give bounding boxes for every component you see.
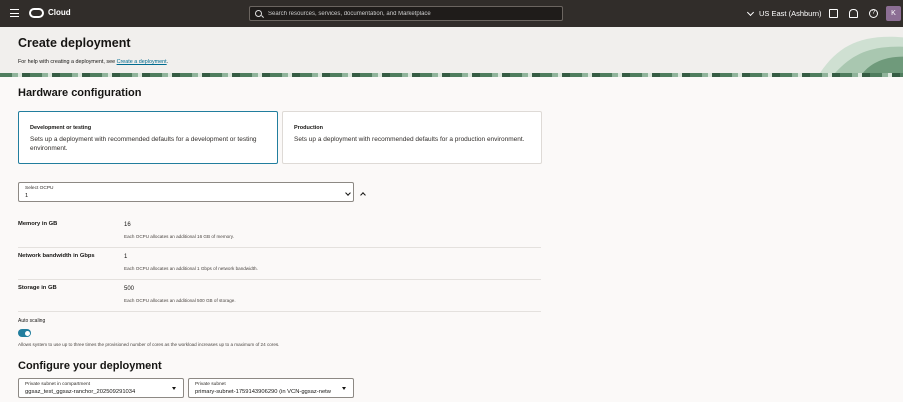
configure-deployment-title: Configure your deployment — [18, 360, 162, 372]
private-subnet-value: primary-subnet-1759143906290 (in VCN-ggs… — [195, 389, 331, 395]
cloud-logo-icon[interactable] — [29, 8, 44, 18]
ocpu-label: Select OCPU — [25, 186, 54, 191]
search-bar[interactable] — [249, 6, 563, 21]
caret-down-icon — [342, 387, 346, 390]
help-text-suffix: . — [166, 59, 169, 65]
caret-down-icon — [172, 387, 176, 390]
memory-row: Memory in GB 16 Each OCPU allocates an a… — [18, 216, 541, 248]
page-header: Create deployment For help with creating… — [0, 27, 903, 77]
increment-chevron-icon[interactable] — [360, 192, 366, 198]
development-or-testing-card[interactable]: Development or testing Sets up a deploym… — [18, 111, 278, 164]
private-subnet-compartment-label: Private subnet in compartment — [25, 382, 91, 387]
network-bandwidth-row: Network bandwidth in Gbps 1 Each OCPU al… — [18, 248, 541, 280]
decorative-strip — [0, 73, 903, 77]
private-subnet-select[interactable]: Private subnet primary-subnet-1759143906… — [188, 378, 354, 398]
private-subnet-compartment-select[interactable]: Private subnet in compartment ggsaz_test… — [18, 378, 184, 398]
toggle-knob — [24, 330, 30, 336]
private-subnet-compartment-value: ggsaz_test_ggsaz-ranchor_20250929103​4 — [25, 389, 136, 395]
auto-scaling-toggle[interactable] — [18, 329, 31, 337]
page-title: Create deployment — [18, 36, 131, 50]
hardware-configuration-title: Hardware configuration — [18, 87, 142, 99]
brand-name[interactable]: Cloud — [48, 8, 71, 17]
ocpu-value: 1 — [25, 193, 29, 199]
auto-scaling-note: Allows system to use up to three times t… — [18, 342, 280, 347]
production-card[interactable]: Production Sets up a deployment with rec… — [282, 111, 542, 164]
private-subnet-label: Private subnet — [195, 382, 226, 387]
memory-note: Each OCPU allocates an additional 16 GB … — [124, 234, 234, 239]
bell-icon[interactable] — [849, 9, 858, 18]
create-deployment-doc-link[interactable]: Create a deployment — [117, 59, 167, 65]
search-input[interactable] — [268, 9, 558, 19]
avatar[interactable]: K — [886, 6, 901, 21]
region-label: US East (Ashburn) — [759, 9, 822, 18]
storage-note: Each OCPU allocates an additional 500 GB… — [124, 298, 236, 303]
auto-scaling-label: Auto scaling — [18, 318, 46, 324]
card-title: Development or testing — [30, 125, 92, 131]
storage-label: Storage in GB — [18, 285, 57, 291]
help-text-prefix: For help with creating a deployment, see — [18, 59, 117, 65]
menu-icon[interactable] — [10, 9, 19, 18]
search-icon — [255, 10, 262, 17]
card-title: Production — [294, 125, 324, 131]
network-bandwidth-label: Network bandwidth in Gbps — [18, 253, 95, 259]
network-bandwidth-note: Each OCPU allocates an additional 1 Gbps… — [124, 266, 258, 271]
memory-value: 16 — [124, 222, 131, 228]
ocpu-stepper[interactable]: Select OCPU 1 — [18, 182, 366, 202]
region-selector[interactable]: US East (Ashburn) — [746, 8, 822, 18]
chevron-down-icon — [746, 8, 755, 16]
network-bandwidth-value: 1 — [124, 254, 128, 260]
help-icon[interactable]: ? — [869, 9, 878, 18]
help-text: For help with creating a deployment, see… — [18, 59, 168, 65]
memory-label: Memory in GB — [18, 221, 58, 227]
decorative-leaf-graphic — [820, 36, 903, 77]
storage-row: Storage in GB 500 Each OCPU allocates an… — [18, 280, 541, 312]
top-navigation-bar: Cloud US East (Ashburn) ? K — [0, 0, 903, 27]
chat-icon[interactable] — [829, 9, 838, 18]
card-description: Sets up a deployment with recommended de… — [294, 136, 525, 143]
storage-value: 500 — [124, 286, 135, 292]
card-description: Sets up a deployment with recommended de… — [30, 136, 257, 152]
decrement-chevron-icon[interactable] — [345, 190, 351, 196]
